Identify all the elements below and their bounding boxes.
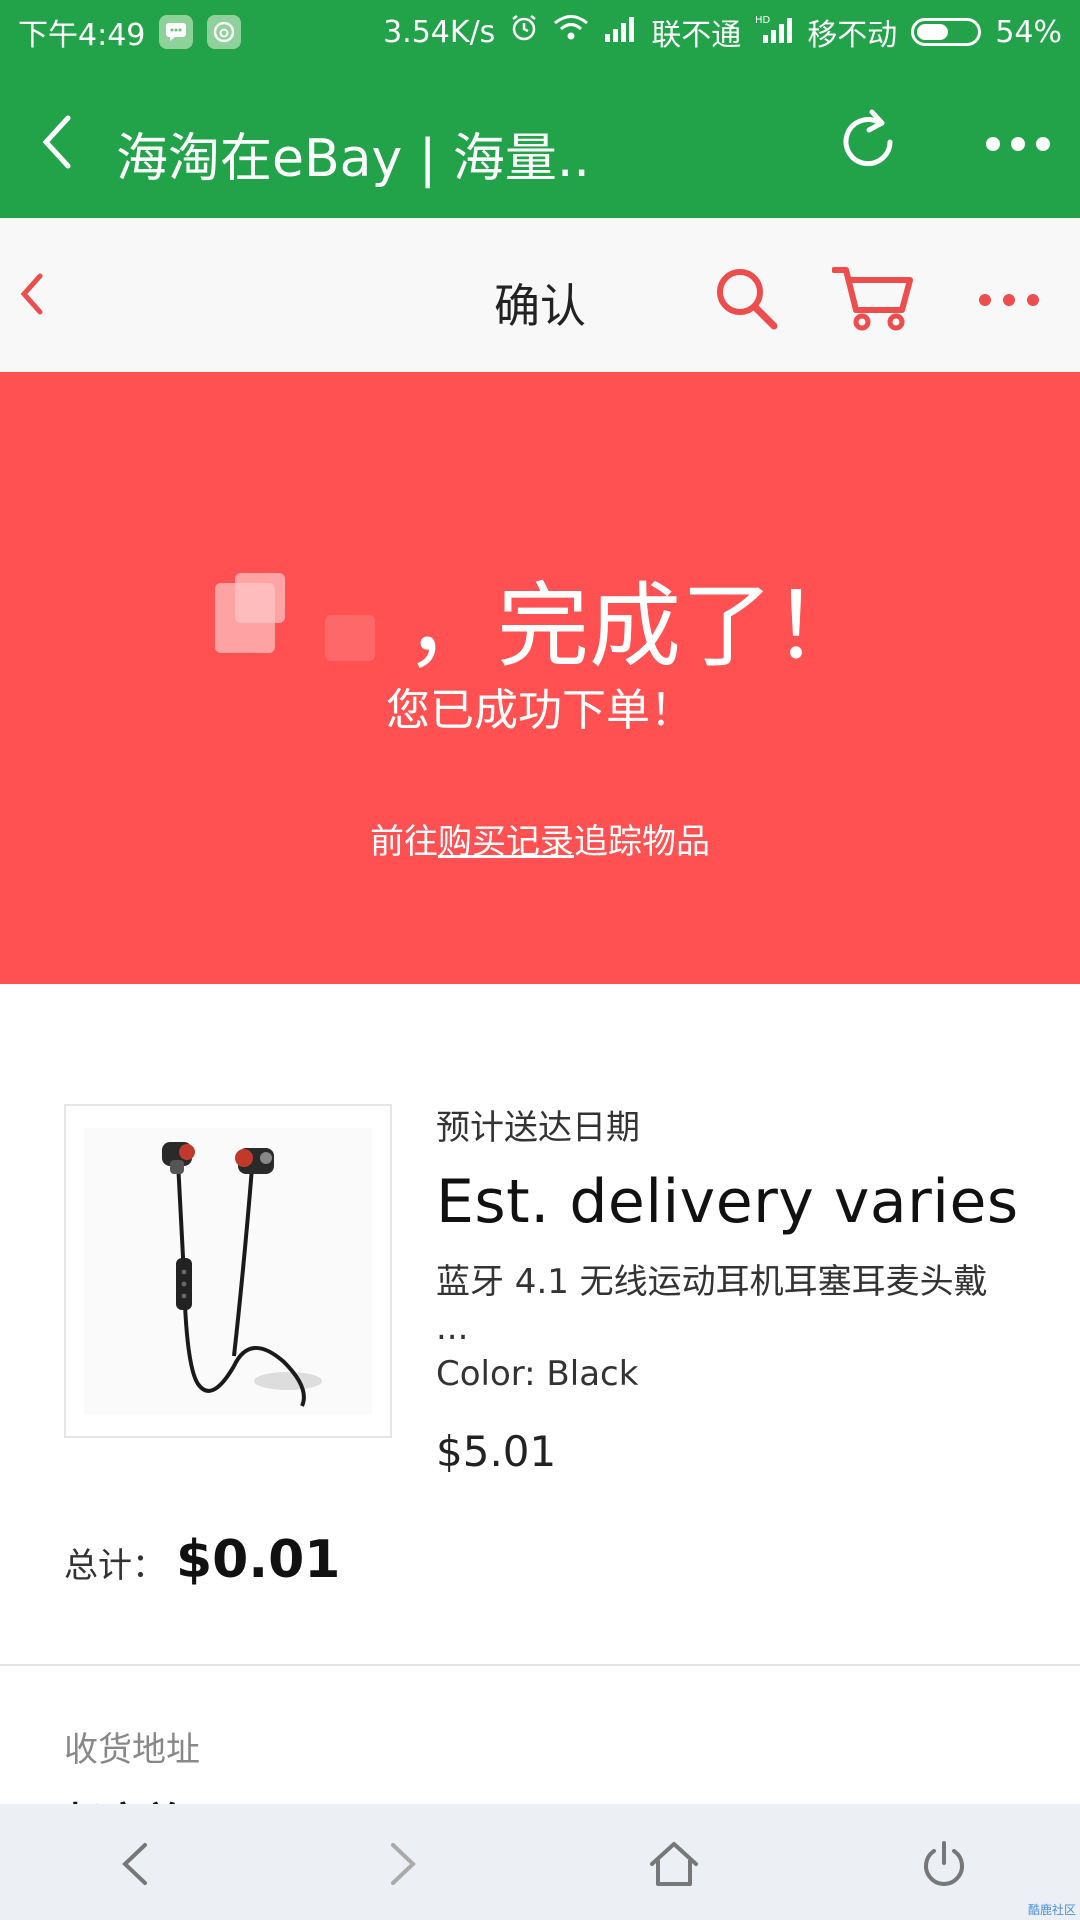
nav-title: 确认 [494, 279, 586, 333]
earphones-icon [84, 1128, 372, 1414]
completion-headline: ，完成了！ [0, 552, 1080, 685]
search-icon[interactable] [714, 266, 778, 334]
back-arrow-icon[interactable] [40, 114, 74, 174]
status-left: 下午4:49 [18, 10, 242, 54]
product-image[interactable] [64, 1104, 392, 1438]
browser-back-icon[interactable] [104, 1834, 164, 1894]
order-complete-banner: ，完成了！ 您已成功下单！ 前往购买记录追踪物品 [0, 372, 1080, 984]
completion-text: ，完成了！ [404, 573, 865, 680]
browser-forward-icon[interactable] [374, 1834, 434, 1894]
est-delivery-value: Est. delivery varies [436, 1167, 1019, 1237]
item-title-ellipsis: ... [436, 1308, 469, 1348]
wechat-title-bar: 海淘在eBay | 海量.. [0, 60, 1080, 218]
success-message: 您已成功下单！ [386, 685, 694, 736]
total-label: 总计： [64, 1546, 166, 1586]
carrier-2: 移不动 [807, 18, 898, 53]
item-info: 预计送达日期 Est. delivery varies 蓝牙 4.1 无线运动耳… [436, 1100, 1036, 1476]
purchase-history-link[interactable]: 购买记录 [438, 822, 574, 862]
alarm-icon [509, 13, 539, 51]
est-delivery-label: 预计送达日期 [436, 1108, 640, 1148]
redacted-username [214, 572, 395, 665]
nav-more-icon[interactable] [978, 292, 1040, 311]
battery-fill [917, 24, 949, 40]
browser-bottom-bar: 酷鹿社区 [0, 1804, 1080, 1920]
ebay-nav-bar: 确认 [0, 218, 1080, 372]
signal-hd-icon: HD [755, 13, 793, 51]
watermark: 酷鹿社区 [1027, 1903, 1076, 1917]
page-title: 海淘在eBay | 海量.. [116, 129, 590, 189]
item-variant: Color: Black [436, 1354, 639, 1394]
goto-suffix: 追踪物品 [574, 822, 710, 862]
browser-home-icon[interactable] [644, 1834, 704, 1894]
item-title[interactable]: 蓝牙 4.1 无线运动耳机耳塞耳麦头戴 [436, 1259, 1036, 1305]
status-time: 下午4:49 [18, 18, 146, 53]
netease-music-notification-icon [207, 15, 242, 49]
network-speed: 3.54K/s [383, 14, 496, 50]
total-value: $0.01 [176, 1530, 341, 1590]
message-notification-icon [159, 15, 194, 49]
status-bar: 下午4:49 3.54K/s 联不通 HD 移不动 54% [0, 0, 1080, 60]
wifi-icon [553, 14, 589, 50]
order-total: 总计： $0.01 [64, 1530, 340, 1590]
signal-icon-1 [603, 15, 637, 50]
power-icon[interactable] [914, 1834, 974, 1894]
battery-icon [911, 18, 982, 46]
shipping-address-label: 收货地址 [64, 1730, 200, 1770]
goto-prefix: 前往 [370, 822, 438, 862]
cart-icon[interactable] [831, 264, 914, 336]
divider [0, 1664, 1080, 1666]
battery-percent: 54% [995, 14, 1062, 50]
carrier-1: 联不通 [651, 18, 742, 53]
refresh-icon[interactable] [832, 106, 904, 182]
item-price: $5.01 [436, 1427, 557, 1476]
status-right: 3.54K/s 联不通 HD 移不动 54% [383, 10, 1062, 54]
more-options-icon[interactable] [985, 136, 1051, 156]
order-history-hint: 前往购买记录追踪物品 [0, 814, 1080, 863]
svg-text:HD: HD [755, 15, 771, 26]
